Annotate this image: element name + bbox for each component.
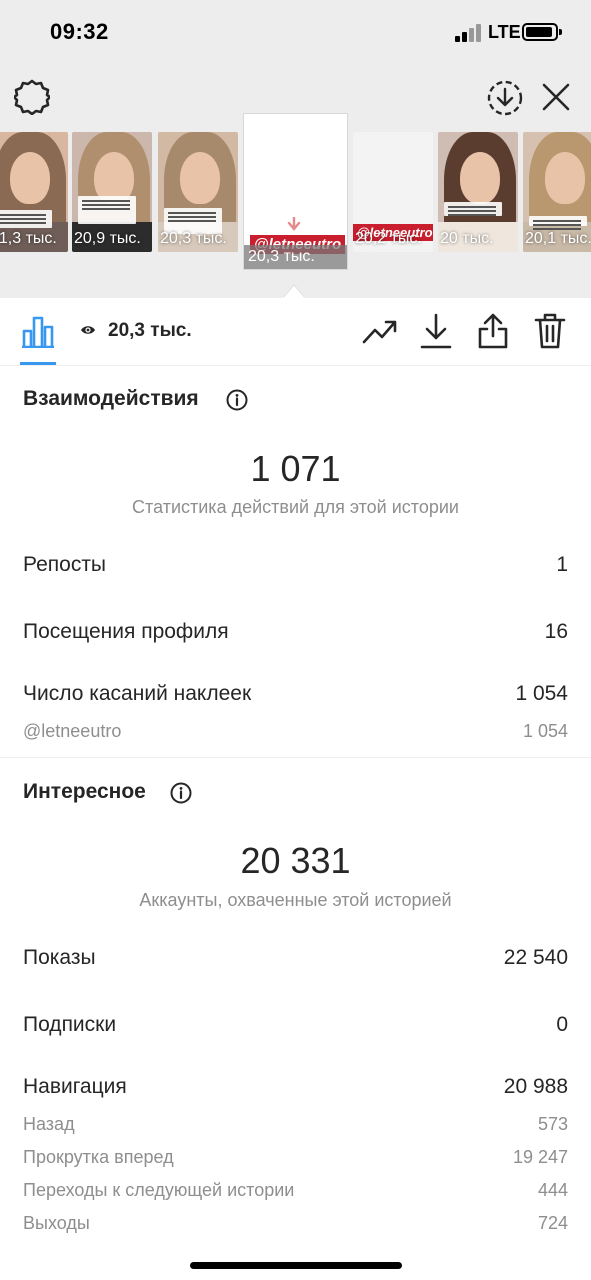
profile-visits-label: Посещения профиля [23,620,229,643]
story-thumbnail[interactable]: 20 тыс. [438,132,518,252]
discovery-title: Интересное [23,780,146,803]
battery-icon [522,23,562,41]
close-icon[interactable] [540,81,572,113]
navigation-value: 20 988 [503,1075,568,1098]
info-icon[interactable] [170,782,192,804]
thumbnail-view-count: 20,9 тыс. [74,230,141,247]
active-tab-underline [20,362,56,365]
interactions-caption: Статистика действий для этой истории [132,497,459,517]
sticker-taps-value: 1 054 [515,682,568,705]
story-thumbnail[interactable]: @letneeutro 20,2 тыс. [353,132,433,252]
story-thumbnail[interactable]: 20,3 тыс. [158,132,238,252]
signal-icon [455,24,481,42]
sticker-taps-label: Число касаний наклеек [23,682,252,705]
status-time: 09:32 [50,19,109,44]
back-label: Назад [23,1114,75,1134]
insights-toolbar: 20,3 тыс. [0,298,591,366]
thumbnail-view-count: 20 тыс. [440,230,494,247]
forward-value: 19 247 [512,1147,568,1167]
selection-pointer [282,284,306,299]
exits-label: Выходы [23,1213,90,1233]
story-thumbnail[interactable]: 20,9 тыс. [72,132,152,252]
reposts-label: Репосты [23,553,107,576]
interactions-total: 1 071 [250,448,341,489]
delete-icon[interactable] [534,312,566,350]
forward-label: Прокрутка вперед [23,1147,174,1167]
settings-icon[interactable] [14,79,50,115]
back-value: 573 [537,1114,568,1134]
interactions-title: Взаимодействия [23,387,199,410]
exits-value: 724 [537,1213,568,1233]
navigation-label: Навигация [23,1075,127,1098]
impressions-value: 22 540 [503,946,568,969]
arrow-sticker-icon [287,217,301,231]
discovery-total: 20 331 [240,840,351,881]
profile-visits-value: 16 [544,620,568,643]
selected-thumbnail-view-count: 20,3 тыс. [244,245,347,269]
thumbnail-view-count: 20,1 тыс. [525,230,591,247]
status-bar: 09:32 LTE [0,0,591,66]
section-divider [0,757,591,758]
share-icon[interactable] [477,312,509,350]
info-icon[interactable] [226,389,248,411]
sticker-mention-label: @letneeutro [23,721,122,741]
selected-story-thumbnail[interactable]: @letneeutro 20,3 тыс. [244,114,347,269]
home-indicator[interactable] [190,1262,402,1269]
thumbnail-view-count: 20,2 тыс. [355,230,422,247]
sticker-mention-value: 1 054 [522,721,568,741]
follows-value: 0 [556,1013,568,1036]
next-story-label: Переходы к следующей истории [23,1180,295,1200]
next-story-value: 444 [537,1180,568,1200]
reposts-value: 1 [556,553,568,576]
network-label: LTE [488,22,521,42]
story-thumbnail[interactable]: 20,1 тыс. [523,132,591,252]
insights-chart-icon[interactable] [20,314,56,348]
story-thumbnail[interactable]: 21,3 тыс. [0,132,68,252]
promote-trend-icon[interactable] [362,316,398,346]
story-view-count: 20,3 тыс. [108,320,192,341]
impressions-label: Показы [23,946,96,969]
story-header-area: 09:32 LTE 21,3 тыс. 20,9 тыс. [0,0,591,298]
thumbnail-view-count: 21,3 тыс. [0,230,57,247]
discovery-caption: Аккаунты, охваченные этой историей [139,890,452,910]
thumbnail-view-count: 20,3 тыс. [160,230,227,247]
eye-icon [81,326,95,334]
follows-label: Подписки [23,1013,117,1036]
save-story-icon[interactable] [486,79,524,117]
download-icon[interactable] [420,312,452,350]
